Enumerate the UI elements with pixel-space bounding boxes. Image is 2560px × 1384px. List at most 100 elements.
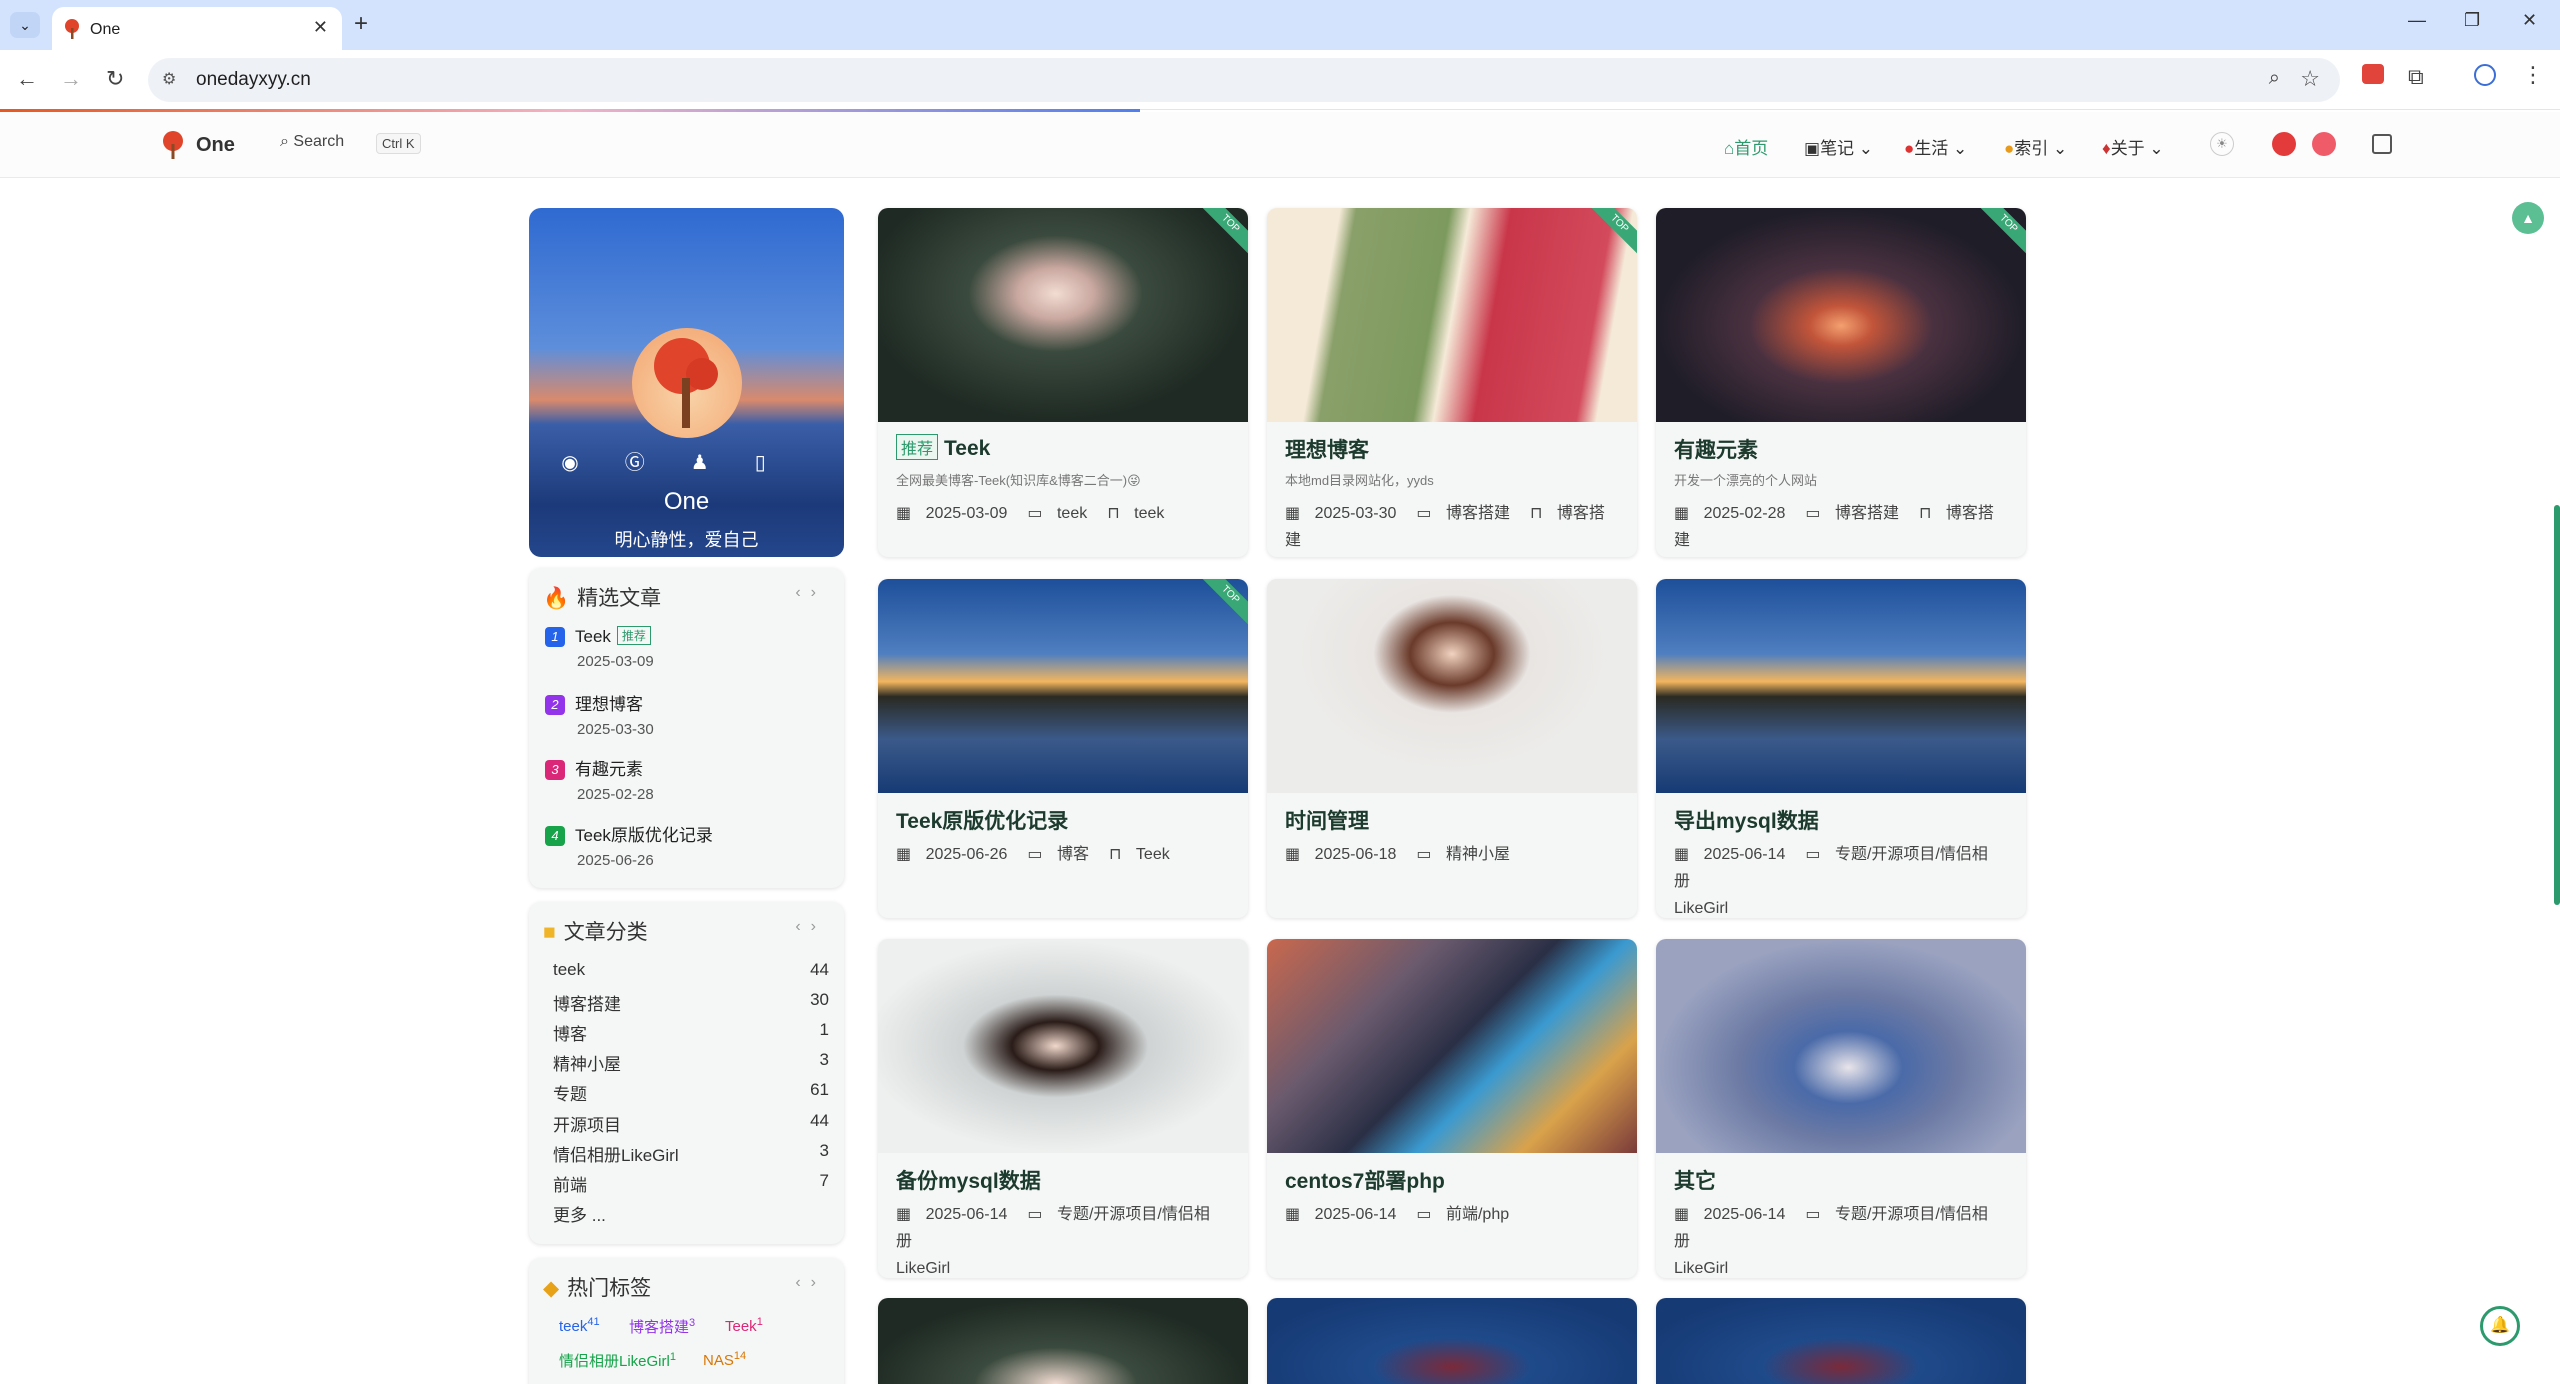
- extensions-puzzle-icon[interactable]: ⧉: [2408, 64, 2434, 90]
- gitee-icon[interactable]: [2272, 132, 2296, 156]
- minimize-icon[interactable]: —: [2408, 10, 2426, 31]
- bookmark-star-icon[interactable]: ☆: [2300, 66, 2320, 92]
- tag-item[interactable]: 博客搭建3: [629, 1316, 695, 1337]
- featured-item[interactable]: 3 有趣元素 2025-02-28: [545, 755, 654, 803]
- article-title: 理想博客: [1285, 439, 1369, 462]
- profile-avatar-icon[interactable]: [2474, 64, 2496, 86]
- article-card[interactable]: 备份mysql数据 ▦ 2025-06-14 ▭ 专题/开源项目/情侣相册 Like…: [878, 939, 1248, 1278]
- article-card[interactable]: TOP Teek原版优化记录 ▦ 2025-06-26 ▭ 博客 ⊓ Teek: [878, 579, 1248, 918]
- forward-icon[interactable]: →: [60, 66, 82, 92]
- nav-index[interactable]: ●索引 ⌄: [2004, 134, 2067, 159]
- extension-icon[interactable]: [2362, 64, 2384, 84]
- chevron-right-icon[interactable]: ›: [811, 584, 826, 601]
- github-icon[interactable]: ◉: [561, 452, 624, 474]
- browser-toolbar: ← → ↻ ⚙ onedayxyy.cn ⌕ ☆ ⧉ ⋮: [0, 50, 2560, 110]
- category-item[interactable]: 专题 61: [553, 1080, 829, 1105]
- search-button[interactable]: ⌕ Search: [280, 133, 344, 151]
- featured-item[interactable]: 4 Teek原版优化记录 2025-06-26: [545, 821, 713, 869]
- category-item[interactable]: 博客搭建 30: [553, 990, 829, 1015]
- theme-toggle-icon[interactable]: ☀: [2210, 132, 2234, 156]
- calendar-icon: ▦: [1674, 846, 1694, 863]
- article-meta: ▦ 2025-02-28 ▭ 博客搭建 ⊓ 博客搭建: [1674, 505, 1994, 549]
- url-text[interactable]: onedayxyy.cn: [196, 69, 311, 91]
- profile-motto: 明心静性，爱自己: [614, 530, 759, 550]
- categories-more-link[interactable]: 更多 ...: [553, 1201, 829, 1226]
- announcement-icon[interactable]: ▲: [2512, 202, 2544, 234]
- tag-item[interactable]: Teek1: [725, 1316, 763, 1335]
- site-brand[interactable]: One: [196, 134, 235, 157]
- nav-about[interactable]: ♦关于 ⌄: [2102, 134, 2164, 159]
- article-card[interactable]: [878, 1298, 1248, 1384]
- article-cover-image: [1267, 939, 1637, 1153]
- index-icon: ●: [2004, 139, 2015, 158]
- article-card[interactable]: [1267, 1298, 1637, 1384]
- category-item[interactable]: 开源项目 44: [553, 1111, 829, 1136]
- phone-icon[interactable]: ▯: [755, 452, 812, 474]
- tag-item[interactable]: NAS14: [703, 1350, 746, 1369]
- site-info-icon[interactable]: ⚙: [162, 69, 176, 89]
- tag-item[interactable]: teek41: [559, 1316, 600, 1335]
- back-to-top-icon[interactable]: 🔔: [2480, 1306, 2520, 1346]
- article-card[interactable]: centos7部署php ▦ 2025-06-14 ▭ 前端/php: [1267, 939, 1637, 1278]
- tags-pager[interactable]: ‹›: [795, 1274, 826, 1292]
- featured-pager[interactable]: ‹›: [795, 584, 826, 602]
- chrome-menu-icon[interactable]: ⋮: [2522, 62, 2548, 88]
- qq-icon[interactable]: ♟: [691, 452, 755, 474]
- address-bar[interactable]: ⚙ onedayxyy.cn ⌕ ☆: [148, 58, 2340, 102]
- site-logo-icon[interactable]: [160, 130, 186, 160]
- article-cover-image: [878, 1298, 1248, 1384]
- folder-icon: ▭: [1416, 846, 1436, 863]
- article-card[interactable]: TOP 有趣元素 开发一个漂亮的个人网站 ▦ 2025-02-28 ▭ 博客搭建 ⊓…: [1656, 208, 2026, 557]
- article-card[interactable]: TOP 理想博客 本地md目录网站化，yyds ▦ 2025-03-30 ▭ 博客…: [1267, 208, 1637, 557]
- chevron-left-icon[interactable]: ‹: [795, 584, 810, 601]
- browser-tab-strip: ⌄ One ✕ + — ❐ ✕: [0, 0, 2560, 50]
- new-tab-icon[interactable]: +: [354, 10, 368, 38]
- featured-item[interactable]: 1 Teek 推荐 2025-03-09: [545, 626, 654, 670]
- article-title: 备份mysql数据: [896, 1170, 1041, 1193]
- nav-notes[interactable]: ▣笔记 ⌄: [1804, 134, 1873, 159]
- scrollbar-thumb[interactable]: [2554, 505, 2560, 905]
- zoom-icon[interactable]: ⌕: [2269, 67, 2280, 90]
- chevron-left-icon[interactable]: ‹: [795, 1274, 810, 1291]
- tab-search-chevron-icon[interactable]: ⌄: [10, 12, 40, 38]
- life-icon: ●: [1904, 139, 1915, 158]
- chevron-right-icon[interactable]: ›: [811, 918, 826, 935]
- reload-icon[interactable]: ↻: [106, 66, 124, 92]
- back-icon[interactable]: ←: [16, 66, 38, 92]
- nav-life[interactable]: ●生活 ⌄: [1904, 134, 1967, 159]
- avatar[interactable]: [632, 328, 742, 438]
- category-item[interactable]: 情侣相册LikeGirl 3: [553, 1141, 829, 1166]
- window-close-icon[interactable]: ✕: [2522, 10, 2537, 31]
- article-card[interactable]: 时间管理 ▦ 2025-06-18 ▭ 精神小屋: [1267, 579, 1637, 918]
- article-meta: ▦ 2025-06-14 ▭ 专题/开源项目/情侣相册 LikeGirl: [1674, 1206, 1988, 1277]
- folder-icon: ▭: [1805, 1206, 1825, 1223]
- category-item[interactable]: 精神小屋 3: [553, 1050, 829, 1075]
- calendar-icon: ▦: [1674, 505, 1694, 522]
- featured-item[interactable]: 2 理想博客 2025-03-30: [545, 690, 654, 738]
- article-meta: ▦ 2025-06-14 ▭ 专题/开源项目/情侣相册 LikeGirl: [1674, 846, 1988, 917]
- article-title: 时间管理: [1285, 810, 1369, 833]
- article-cover-image: [1267, 1298, 1637, 1384]
- restore-icon[interactable]: ❐: [2464, 10, 2480, 31]
- tab-close-icon[interactable]: ✕: [313, 17, 328, 38]
- article-card[interactable]: TOP 推荐 Teek 全网最美博客-Teek(知识库&博客二合一)😜 ▦ 202…: [878, 208, 1248, 557]
- featured-articles-card: 🔥 精选文章 ‹› 1 Teek 推荐 2025-03-09 2 理想博客 2025-03-…: [529, 568, 844, 888]
- gitee-icon[interactable]: Ⓖ: [625, 452, 691, 474]
- article-card[interactable]: 其它 ▦ 2025-06-14 ▭ 专题/开源项目/情侣相册 LikeGirl: [1656, 939, 2026, 1278]
- browser-tab[interactable]: One ✕: [52, 7, 342, 50]
- reading-mode-icon[interactable]: [2372, 134, 2392, 154]
- chevron-left-icon[interactable]: ‹: [795, 918, 810, 935]
- article-card[interactable]: 导出mysql数据 ▦ 2025-06-14 ▭ 专题/开源项目/情侣相册 Like…: [1656, 579, 2026, 918]
- chevron-right-icon[interactable]: ›: [811, 1274, 826, 1291]
- tag-item[interactable]: 情侣相册LikeGirl1: [559, 1350, 676, 1371]
- article-cover-image: [1656, 579, 2026, 793]
- mail-icon[interactable]: [2312, 132, 2336, 156]
- nav-home[interactable]: ⌂首页: [1724, 134, 1768, 159]
- category-item[interactable]: teek 44: [553, 960, 829, 980]
- bookmark-icon: ⊓: [1529, 505, 1547, 522]
- category-item[interactable]: 博客 1: [553, 1020, 829, 1045]
- category-item[interactable]: 前端 7: [553, 1171, 829, 1196]
- article-card[interactable]: [1656, 1298, 2026, 1384]
- article-cover-image: [1656, 939, 2026, 1153]
- categories-pager[interactable]: ‹›: [795, 918, 826, 936]
